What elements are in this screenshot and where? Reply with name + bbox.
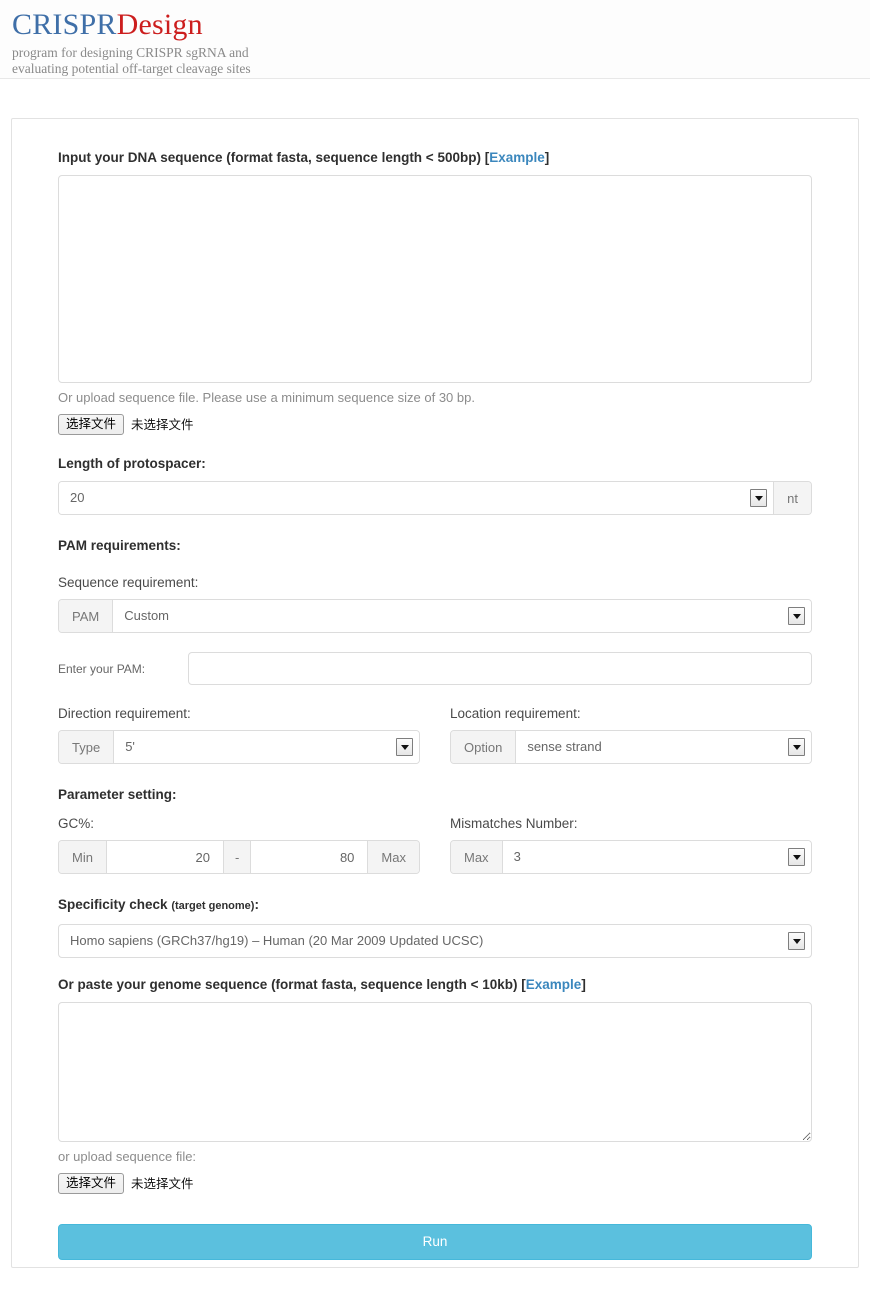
- enter-pam-input[interactable]: [188, 652, 812, 685]
- gc-min-input[interactable]: [107, 841, 223, 873]
- genome-sequence-textarea[interactable]: [58, 1002, 812, 1142]
- site-header: CRISPRDesign program for designing CRISP…: [0, 0, 870, 79]
- specificity-check-section: Specificity check (target genome): Homo …: [58, 896, 812, 958]
- run-button[interactable]: Run: [58, 1224, 812, 1260]
- site-logo: CRISPRDesign: [12, 8, 870, 42]
- pam-direction-location-row: Direction requirement: Type 5' Location …: [58, 705, 812, 764]
- direction-selected-value: 5': [114, 731, 419, 763]
- direction-input-group: Type 5': [58, 730, 420, 764]
- genome-sequence-label-text: Or paste your genome sequence (format fa…: [58, 977, 518, 992]
- mismatches-label: Mismatches Number:: [450, 815, 812, 832]
- dna-sequence-file-row: 选择文件 未选择文件: [58, 414, 812, 435]
- direction-addon-label: Type: [59, 731, 114, 763]
- location-requirement-label: Location requirement:: [450, 705, 812, 722]
- chevron-down-icon[interactable]: [788, 932, 805, 950]
- pam-sequence-selected-value: Custom: [113, 600, 811, 632]
- dna-sequence-file-status: 未选择文件: [131, 417, 194, 433]
- gc-range-separator: -: [223, 841, 251, 873]
- genome-sequence-section: Or paste your genome sequence (format fa…: [58, 976, 812, 1194]
- protospacer-select[interactable]: 20: [59, 482, 773, 514]
- pam-sequence-input-group: PAM Custom: [58, 599, 812, 633]
- pam-sequence-requirement-label: Sequence requirement:: [58, 574, 812, 591]
- dna-sequence-label-text: Input your DNA sequence (format fasta, s…: [58, 150, 481, 165]
- gc-max-input[interactable]: [251, 841, 367, 873]
- protospacer-label: Length of protospacer:: [58, 455, 812, 472]
- mismatches-block: Mismatches Number: Max 3: [450, 815, 812, 874]
- gc-min-addon: Min: [59, 841, 107, 873]
- tagline-line-2: evaluating potential off-target cleavage…: [12, 61, 312, 77]
- tagline-line-1: program for designing CRISPR sgRNA and: [12, 45, 312, 61]
- mismatches-selected-value: 3: [503, 841, 811, 873]
- chevron-down-icon[interactable]: [788, 738, 805, 756]
- dna-sequence-helper-text: Or upload sequence file. Please use a mi…: [58, 390, 812, 406]
- gc-percent-label: GC%:: [58, 815, 420, 832]
- logo-text-design: Design: [117, 8, 203, 41]
- pam-sequence-select[interactable]: Custom: [113, 600, 811, 632]
- location-selected-value: sense strand: [516, 731, 811, 763]
- mismatches-input-group: Max 3: [450, 840, 812, 874]
- mismatches-addon-label: Max: [451, 841, 503, 873]
- location-input-group: Option sense strand: [450, 730, 812, 764]
- specificity-check-label-sub: (target genome): [171, 900, 254, 912]
- genome-sequence-file-status: 未选择文件: [131, 1176, 194, 1192]
- location-select[interactable]: sense strand: [516, 731, 811, 763]
- parameter-setting-section: Parameter setting: GC%: Min - Max Mismat…: [58, 786, 812, 874]
- mismatches-select[interactable]: 3: [503, 841, 811, 873]
- gc-percent-block: GC%: Min - Max: [58, 815, 420, 874]
- genome-select[interactable]: Homo sapiens (GRCh37/hg19) – Human (20 M…: [58, 924, 812, 958]
- dna-sequence-label: Input your DNA sequence (format fasta, s…: [58, 149, 812, 166]
- pam-requirements-section: PAM requirements: Sequence requirement: …: [58, 537, 812, 764]
- dna-sequence-example-link[interactable]: Example: [489, 150, 545, 165]
- specificity-check-label-colon: :: [254, 897, 259, 912]
- gc-max-addon: Max: [367, 841, 419, 873]
- chevron-down-icon[interactable]: [788, 607, 805, 625]
- specificity-check-label-main: Specificity check: [58, 897, 168, 912]
- dna-sequence-textarea[interactable]: [58, 175, 812, 383]
- main-form-panel: Input your DNA sequence (format fasta, s…: [11, 118, 859, 1268]
- genome-sequence-example-link[interactable]: Example: [526, 977, 582, 992]
- bracket-close: ]: [581, 977, 586, 992]
- bracket-close: ]: [545, 150, 550, 165]
- location-addon-label: Option: [451, 731, 516, 763]
- direction-requirement-label: Direction requirement:: [58, 705, 420, 722]
- parameter-setting-heading: Parameter setting:: [58, 786, 812, 803]
- genome-selected-value: Homo sapiens (GRCh37/hg19) – Human (20 M…: [59, 925, 811, 957]
- pam-requirements-heading: PAM requirements:: [58, 537, 812, 554]
- dna-sequence-section: Input your DNA sequence (format fasta, s…: [58, 149, 812, 435]
- direction-requirement-block: Direction requirement: Type 5': [58, 705, 420, 764]
- genome-sequence-helper-text: or upload sequence file:: [58, 1149, 812, 1165]
- chevron-down-icon[interactable]: [396, 738, 413, 756]
- direction-select[interactable]: 5': [114, 731, 419, 763]
- pam-addon-label: PAM: [59, 600, 113, 632]
- dna-sequence-choose-file-button[interactable]: 选择文件: [58, 414, 124, 435]
- protospacer-selected-value: 20: [59, 482, 773, 514]
- genome-sequence-file-row: 选择文件 未选择文件: [58, 1173, 812, 1194]
- enter-pam-row: Enter your PAM:: [58, 652, 812, 685]
- genome-sequence-label: Or paste your genome sequence (format fa…: [58, 976, 812, 993]
- site-tagline: program for designing CRISPR sgRNA and e…: [12, 45, 312, 77]
- chevron-down-icon[interactable]: [788, 848, 805, 866]
- specificity-check-label: Specificity check (target genome):: [58, 896, 812, 915]
- genome-sequence-choose-file-button[interactable]: 选择文件: [58, 1173, 124, 1194]
- location-requirement-block: Location requirement: Option sense stran…: [450, 705, 812, 764]
- chevron-down-icon[interactable]: [750, 489, 767, 507]
- enter-pam-label: Enter your PAM:: [58, 661, 188, 677]
- protospacer-section: Length of protospacer: 20 nt: [58, 455, 812, 515]
- logo-text-crispr: CRISPR: [12, 8, 117, 41]
- gc-percent-input-group: Min - Max: [58, 840, 420, 874]
- protospacer-unit-addon: nt: [773, 482, 811, 514]
- parameter-row: GC%: Min - Max Mismatches Number: Max: [58, 815, 812, 874]
- protospacer-input-group: 20 nt: [58, 481, 812, 515]
